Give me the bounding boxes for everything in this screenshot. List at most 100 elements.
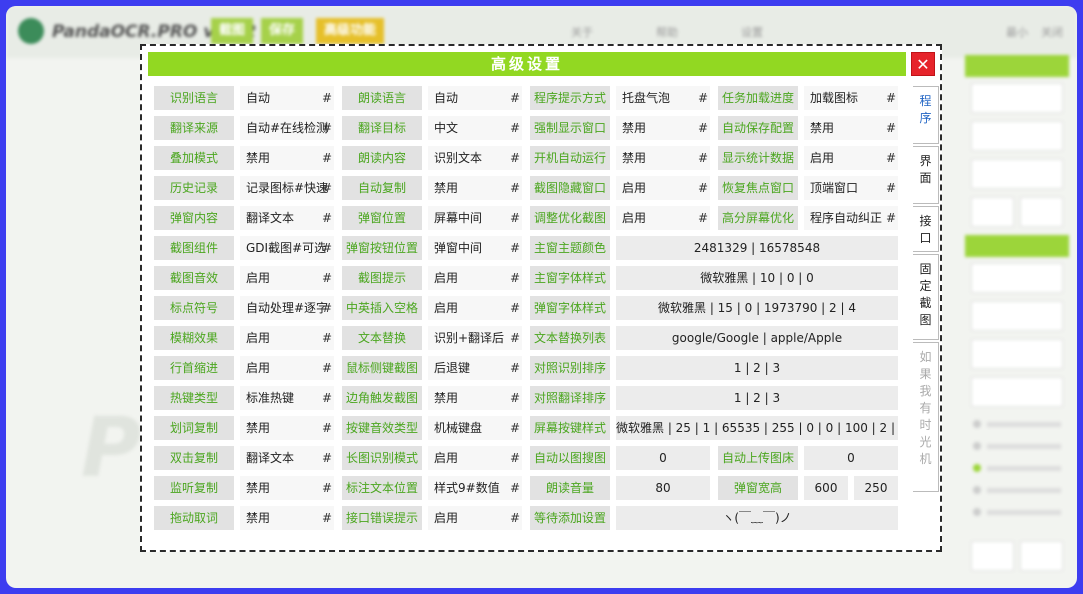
bg-menu-settings[interactable]: 设置 <box>741 24 763 40</box>
setting-value-field[interactable]: 启用 # <box>428 446 522 470</box>
dropdown-hash-button[interactable]: # <box>322 326 332 350</box>
tab-4[interactable]: 如果我有时光机 <box>913 342 939 492</box>
dropdown-hash-button[interactable]: # <box>698 116 708 140</box>
bg-tag-capture[interactable]: 截图 <box>211 18 254 44</box>
bg-menu-about[interactable]: 关于 <box>571 24 593 40</box>
setting-value-field[interactable]: 识别+翻译后 # <box>428 326 522 350</box>
dropdown-hash-button[interactable]: # <box>322 206 332 230</box>
setting-value-field[interactable]: 禁用 # <box>428 386 522 410</box>
setting-value-field[interactable]: 禁用 # <box>804 116 898 140</box>
setting-value-field[interactable]: 禁用 # <box>240 146 334 170</box>
bg-menu-help[interactable]: 帮助 <box>656 24 678 40</box>
setting-wide-value[interactable]: 2481329 | 16578548 <box>616 236 898 260</box>
bg-tag-save[interactable]: 保存 <box>261 18 304 44</box>
setting-value-field[interactable]: 标准热键 # <box>240 386 334 410</box>
setting-wide-value[interactable]: ヽ(￣﹏￣)ノ <box>616 506 898 530</box>
setting-value-field[interactable]: 程序自动纠正 # <box>804 206 898 230</box>
setting-value-field[interactable]: 启用 # <box>804 146 898 170</box>
setting-value-field[interactable]: 后退键 # <box>428 356 522 380</box>
dropdown-hash-button[interactable]: # <box>510 266 520 290</box>
dropdown-hash-button[interactable]: # <box>510 146 520 170</box>
setting-value-field[interactable]: 识别文本 # <box>428 146 522 170</box>
dropdown-hash-button[interactable]: # <box>322 446 332 470</box>
dropdown-hash-button[interactable]: # <box>510 506 520 530</box>
setting-value-field[interactable]: 禁用 # <box>428 176 522 200</box>
dropdown-hash-button[interactable]: # <box>886 116 896 140</box>
setting-value-field[interactable]: 屏幕中间 # <box>428 206 522 230</box>
dropdown-hash-button[interactable]: # <box>510 176 520 200</box>
dropdown-hash-button[interactable]: # <box>510 416 520 440</box>
tab-2[interactable]: 接口 <box>913 206 939 252</box>
setting-wide-value[interactable]: 微软雅黑 | 15 | 0 | 1973790 | 2 | 4 <box>616 296 898 320</box>
dropdown-hash-button[interactable]: # <box>510 206 520 230</box>
dropdown-hash-button[interactable]: # <box>510 356 520 380</box>
bg-menu-minimize[interactable]: 最小 <box>1006 24 1028 40</box>
setting-value-field[interactable]: 机械键盘 # <box>428 416 522 440</box>
setting-value-field[interactable]: 加载图标 # <box>804 86 898 110</box>
popup-height-field[interactable]: 250 <box>854 476 898 500</box>
dropdown-hash-button[interactable]: # <box>322 236 332 260</box>
dropdown-hash-button[interactable]: # <box>698 206 708 230</box>
dropdown-hash-button[interactable]: # <box>322 356 332 380</box>
close-button[interactable]: ✕ <box>911 52 935 76</box>
setting-value-field[interactable]: 翻译文本 # <box>240 206 334 230</box>
dropdown-hash-button[interactable]: # <box>322 506 332 530</box>
dropdown-hash-button[interactable]: # <box>510 386 520 410</box>
dropdown-hash-button[interactable]: # <box>886 86 896 110</box>
dropdown-hash-button[interactable]: # <box>322 266 332 290</box>
dropdown-hash-button[interactable]: # <box>510 236 520 260</box>
dropdown-hash-button[interactable]: # <box>322 116 332 140</box>
dropdown-hash-button[interactable]: # <box>510 296 520 320</box>
dropdown-hash-button[interactable]: # <box>698 176 708 200</box>
dropdown-hash-button[interactable]: # <box>698 146 708 170</box>
setting-number-field[interactable]: 80 <box>616 476 710 500</box>
setting-value-field[interactable]: 启用 # <box>428 296 522 320</box>
setting-value-field[interactable]: GDI截图#可选 # <box>240 236 334 260</box>
dropdown-hash-button[interactable]: # <box>322 86 332 110</box>
dropdown-hash-button[interactable]: # <box>322 176 332 200</box>
setting-value-field[interactable]: 禁用 # <box>240 476 334 500</box>
setting-value-field[interactable]: 禁用 # <box>616 116 710 140</box>
setting-value-field[interactable]: 启用 # <box>616 176 710 200</box>
dropdown-hash-button[interactable]: # <box>698 86 708 110</box>
setting-value-field[interactable]: 弹窗中间 # <box>428 236 522 260</box>
popup-width-field[interactable]: 600 <box>804 476 848 500</box>
setting-wide-value[interactable]: 微软雅黑 | 10 | 0 | 0 <box>616 266 898 290</box>
dropdown-hash-button[interactable]: # <box>510 326 520 350</box>
setting-value-field[interactable]: 禁用 # <box>616 146 710 170</box>
dialog-title[interactable]: 高级设置 <box>148 52 906 76</box>
tab-0[interactable]: 程序 <box>913 86 939 144</box>
setting-wide-value[interactable]: 1 | 2 | 3 <box>616 356 898 380</box>
setting-value-field[interactable]: 翻译文本 # <box>240 446 334 470</box>
setting-value-field[interactable]: 启用 # <box>428 506 522 530</box>
dropdown-hash-button[interactable]: # <box>886 146 896 170</box>
setting-number-field[interactable]: 0 <box>804 446 898 470</box>
dropdown-hash-button[interactable]: # <box>510 116 520 140</box>
setting-value-field[interactable]: 启用 # <box>616 206 710 230</box>
tab-3[interactable]: 固定截图 <box>913 254 939 340</box>
setting-value-field[interactable]: 自动#在线检测 # <box>240 116 334 140</box>
setting-value-field[interactable]: 自动 # <box>240 86 334 110</box>
dropdown-hash-button[interactable]: # <box>886 176 896 200</box>
bg-menu-close[interactable]: 关闭 <box>1041 24 1063 40</box>
setting-value-field[interactable]: 启用 # <box>428 266 522 290</box>
setting-value-field[interactable]: 启用 # <box>240 356 334 380</box>
dropdown-hash-button[interactable]: # <box>886 206 896 230</box>
setting-value-field[interactable]: 启用 # <box>240 266 334 290</box>
setting-value-field[interactable]: 样式9#数值 # <box>428 476 522 500</box>
setting-value-field[interactable]: 自动处理#逐字 # <box>240 296 334 320</box>
setting-value-field[interactable]: 托盘气泡 # <box>616 86 710 110</box>
setting-value-field[interactable]: 禁用 # <box>240 506 334 530</box>
dropdown-hash-button[interactable]: # <box>322 416 332 440</box>
setting-value-field[interactable]: 顶端窗口 # <box>804 176 898 200</box>
setting-number-field[interactable]: 0 <box>616 446 710 470</box>
tab-1[interactable]: 界面 <box>913 146 939 204</box>
bg-tag-advanced[interactable]: 高级功能 <box>316 18 385 44</box>
setting-wide-value[interactable]: 微软雅黑 | 25 | 1 | 65535 | 255 | 0 | 0 | 10… <box>616 416 898 440</box>
dropdown-hash-button[interactable]: # <box>322 296 332 320</box>
dropdown-hash-button[interactable]: # <box>322 386 332 410</box>
setting-value-field[interactable]: 禁用 # <box>240 416 334 440</box>
dropdown-hash-button[interactable]: # <box>510 446 520 470</box>
setting-value-field[interactable]: 自动 # <box>428 86 522 110</box>
setting-value-field[interactable]: 启用 # <box>240 326 334 350</box>
